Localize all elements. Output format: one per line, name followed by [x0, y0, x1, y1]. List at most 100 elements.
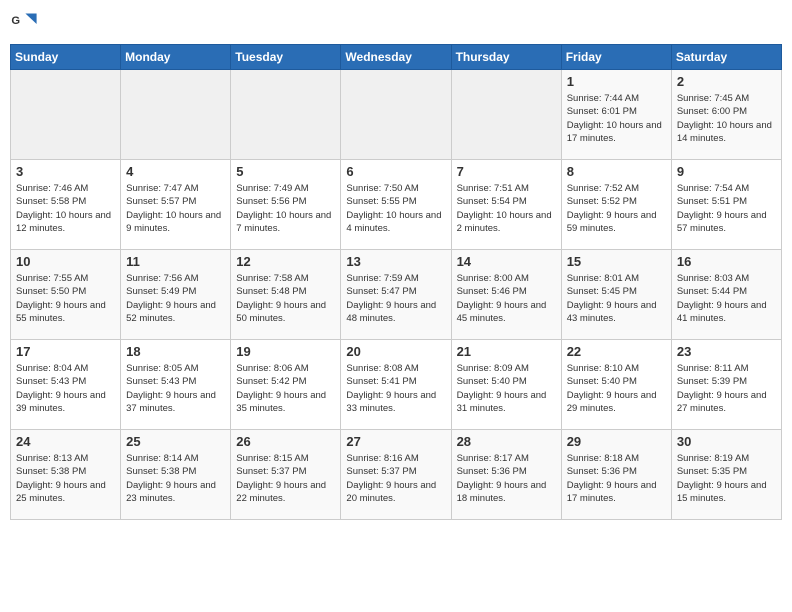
calendar-week-row: 17 Sunrise: 8:04 AM Sunset: 5:43 PM Dayli…: [11, 340, 782, 430]
cell-info: Sunrise: 8:16 AM Sunset: 5:37 PM Dayligh…: [346, 452, 445, 505]
calendar-cell: [121, 70, 231, 160]
calendar-cell: 24 Sunrise: 8:13 AM Sunset: 5:38 PM Dayli…: [11, 430, 121, 520]
day-number: 9: [677, 164, 776, 179]
day-number: 24: [16, 434, 115, 449]
calendar-cell: 9 Sunrise: 7:54 AM Sunset: 5:51 PM Daylig…: [671, 160, 781, 250]
calendar-cell: 30 Sunrise: 8:19 AM Sunset: 5:35 PM Dayli…: [671, 430, 781, 520]
weekday-header: Saturday: [671, 45, 781, 70]
calendar-cell: 14 Sunrise: 8:00 AM Sunset: 5:46 PM Dayli…: [451, 250, 561, 340]
calendar-cell: 26 Sunrise: 8:15 AM Sunset: 5:37 PM Dayli…: [231, 430, 341, 520]
day-number: 11: [126, 254, 225, 269]
calendar-cell: 7 Sunrise: 7:51 AM Sunset: 5:54 PM Daylig…: [451, 160, 561, 250]
calendar-cell: 2 Sunrise: 7:45 AM Sunset: 6:00 PM Daylig…: [671, 70, 781, 160]
calendar-cell: 3Sunrise: 7:46 AM Sunset: 5:58 PM Daylig…: [11, 160, 121, 250]
day-number: 21: [457, 344, 556, 359]
cell-info: Sunrise: 7:49 AM Sunset: 5:56 PM Dayligh…: [236, 182, 335, 235]
cell-info: Sunrise: 8:19 AM Sunset: 5:35 PM Dayligh…: [677, 452, 776, 505]
cell-info: Sunrise: 7:59 AM Sunset: 5:47 PM Dayligh…: [346, 272, 445, 325]
day-number: 4: [126, 164, 225, 179]
calendar-cell: 4Sunrise: 7:47 AM Sunset: 5:57 PM Daylig…: [121, 160, 231, 250]
calendar-header: SundayMondayTuesdayWednesdayThursdayFrid…: [11, 45, 782, 70]
cell-info: Sunrise: 8:00 AM Sunset: 5:46 PM Dayligh…: [457, 272, 556, 325]
day-number: 1: [567, 74, 666, 89]
day-number: 14: [457, 254, 556, 269]
cell-info: Sunrise: 7:51 AM Sunset: 5:54 PM Dayligh…: [457, 182, 556, 235]
cell-info: Sunrise: 8:15 AM Sunset: 5:37 PM Dayligh…: [236, 452, 335, 505]
cell-info: Sunrise: 8:17 AM Sunset: 5:36 PM Dayligh…: [457, 452, 556, 505]
day-number: 6: [346, 164, 445, 179]
day-number: 27: [346, 434, 445, 449]
cell-info: Sunrise: 8:14 AM Sunset: 5:38 PM Dayligh…: [126, 452, 225, 505]
weekday-row: SundayMondayTuesdayWednesdayThursdayFrid…: [11, 45, 782, 70]
cell-info: Sunrise: 7:46 AM Sunset: 5:58 PM Dayligh…: [16, 182, 115, 235]
day-number: 17: [16, 344, 115, 359]
cell-info: Sunrise: 8:09 AM Sunset: 5:40 PM Dayligh…: [457, 362, 556, 415]
calendar-cell: 5 Sunrise: 7:49 AM Sunset: 5:56 PM Daylig…: [231, 160, 341, 250]
day-number: 29: [567, 434, 666, 449]
calendar-week-row: 1 Sunrise: 7:44 AM Sunset: 6:01 PM Daylig…: [11, 70, 782, 160]
calendar-cell: 13 Sunrise: 7:59 AM Sunset: 5:47 PM Dayli…: [341, 250, 451, 340]
day-number: 12: [236, 254, 335, 269]
calendar-cell: 28 Sunrise: 8:17 AM Sunset: 5:36 PM Dayli…: [451, 430, 561, 520]
calendar-cell: [231, 70, 341, 160]
cell-info: Sunrise: 8:13 AM Sunset: 5:38 PM Dayligh…: [16, 452, 115, 505]
calendar-cell: 25 Sunrise: 8:14 AM Sunset: 5:38 PM Dayli…: [121, 430, 231, 520]
day-number: 26: [236, 434, 335, 449]
day-number: 5: [236, 164, 335, 179]
day-number: 30: [677, 434, 776, 449]
day-number: 13: [346, 254, 445, 269]
cell-info: Sunrise: 8:11 AM Sunset: 5:39 PM Dayligh…: [677, 362, 776, 415]
weekday-header: Wednesday: [341, 45, 451, 70]
day-number: 8: [567, 164, 666, 179]
day-number: 19: [236, 344, 335, 359]
day-number: 7: [457, 164, 556, 179]
cell-info: Sunrise: 8:05 AM Sunset: 5:43 PM Dayligh…: [126, 362, 225, 415]
calendar-cell: 22 Sunrise: 8:10 AM Sunset: 5:40 PM Dayli…: [561, 340, 671, 430]
calendar-cell: 1 Sunrise: 7:44 AM Sunset: 6:01 PM Daylig…: [561, 70, 671, 160]
logo-icon: G: [10, 10, 38, 38]
svg-text:G: G: [11, 15, 20, 27]
calendar-cell: 15Sunrise: 8:01 AM Sunset: 5:45 PM Dayli…: [561, 250, 671, 340]
calendar-cell: 11Sunrise: 7:56 AM Sunset: 5:49 PM Dayli…: [121, 250, 231, 340]
day-number: 25: [126, 434, 225, 449]
weekday-header: Sunday: [11, 45, 121, 70]
cell-info: Sunrise: 8:10 AM Sunset: 5:40 PM Dayligh…: [567, 362, 666, 415]
cell-info: Sunrise: 8:08 AM Sunset: 5:41 PM Dayligh…: [346, 362, 445, 415]
day-number: 2: [677, 74, 776, 89]
cell-info: Sunrise: 7:58 AM Sunset: 5:48 PM Dayligh…: [236, 272, 335, 325]
calendar-week-row: 24 Sunrise: 8:13 AM Sunset: 5:38 PM Dayli…: [11, 430, 782, 520]
weekday-header: Friday: [561, 45, 671, 70]
cell-info: Sunrise: 8:04 AM Sunset: 5:43 PM Dayligh…: [16, 362, 115, 415]
cell-info: Sunrise: 7:45 AM Sunset: 6:00 PM Dayligh…: [677, 92, 776, 145]
day-number: 15: [567, 254, 666, 269]
cell-info: Sunrise: 7:44 AM Sunset: 6:01 PM Dayligh…: [567, 92, 666, 145]
calendar-week-row: 10Sunrise: 7:55 AM Sunset: 5:50 PM Dayli…: [11, 250, 782, 340]
calendar-cell: 19Sunrise: 8:06 AM Sunset: 5:42 PM Dayli…: [231, 340, 341, 430]
day-number: 20: [346, 344, 445, 359]
calendar-cell: 21 Sunrise: 8:09 AM Sunset: 5:40 PM Dayli…: [451, 340, 561, 430]
calendar-cell: 12 Sunrise: 7:58 AM Sunset: 5:48 PM Dayli…: [231, 250, 341, 340]
cell-info: Sunrise: 8:03 AM Sunset: 5:44 PM Dayligh…: [677, 272, 776, 325]
calendar-cell: [451, 70, 561, 160]
day-number: 16: [677, 254, 776, 269]
calendar-week-row: 3Sunrise: 7:46 AM Sunset: 5:58 PM Daylig…: [11, 160, 782, 250]
calendar-table: SundayMondayTuesdayWednesdayThursdayFrid…: [10, 44, 782, 520]
calendar-cell: 20 Sunrise: 8:08 AM Sunset: 5:41 PM Dayli…: [341, 340, 451, 430]
logo: G: [10, 10, 40, 38]
cell-info: Sunrise: 8:18 AM Sunset: 5:36 PM Dayligh…: [567, 452, 666, 505]
calendar-body: 1 Sunrise: 7:44 AM Sunset: 6:01 PM Daylig…: [11, 70, 782, 520]
cell-info: Sunrise: 7:55 AM Sunset: 5:50 PM Dayligh…: [16, 272, 115, 325]
calendar-cell: 29 Sunrise: 8:18 AM Sunset: 5:36 PM Dayli…: [561, 430, 671, 520]
calendar-cell: 23Sunrise: 8:11 AM Sunset: 5:39 PM Dayli…: [671, 340, 781, 430]
day-number: 22: [567, 344, 666, 359]
day-number: 28: [457, 434, 556, 449]
calendar-cell: 10Sunrise: 7:55 AM Sunset: 5:50 PM Dayli…: [11, 250, 121, 340]
weekday-header: Monday: [121, 45, 231, 70]
cell-info: Sunrise: 7:54 AM Sunset: 5:51 PM Dayligh…: [677, 182, 776, 235]
calendar-cell: 8 Sunrise: 7:52 AM Sunset: 5:52 PM Daylig…: [561, 160, 671, 250]
calendar-cell: [341, 70, 451, 160]
cell-info: Sunrise: 7:52 AM Sunset: 5:52 PM Dayligh…: [567, 182, 666, 235]
calendar-cell: 16 Sunrise: 8:03 AM Sunset: 5:44 PM Dayli…: [671, 250, 781, 340]
weekday-header: Thursday: [451, 45, 561, 70]
page-header: G: [10, 10, 782, 38]
